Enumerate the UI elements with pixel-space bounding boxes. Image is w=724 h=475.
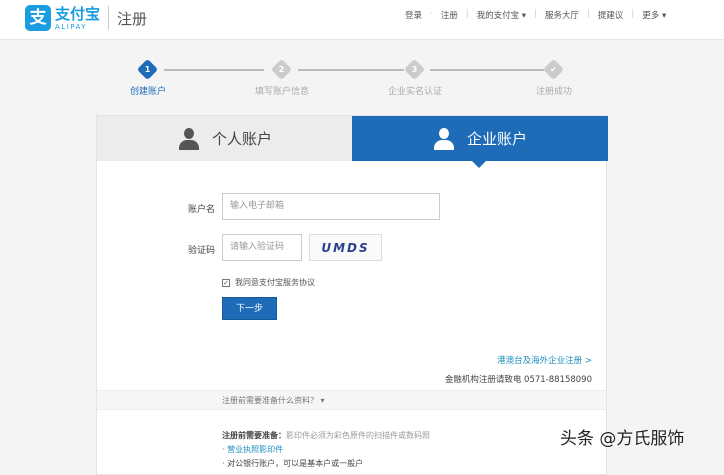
captcha-image[interactable]: UMDS (309, 234, 382, 261)
tab-personal[interactable]: 个人账户 (97, 116, 353, 161)
prep-title: 注册前需要准备： (222, 431, 286, 440)
top-nav: 登录 · 注册 | 我的支付宝 ▾ | 服务大厅 | 提建议 | 更多 ▾ (405, 9, 667, 21)
watermark: 头条 @方氏服饰 (560, 429, 685, 449)
tab-enterprise[interactable]: 企业账户 (352, 116, 608, 168)
step-2-icon: 2 (270, 58, 293, 81)
finance-phone: 金融机构注册请致电 0571-88158090 (444, 375, 592, 385)
step-done-check-icon: ✔ (542, 58, 565, 81)
step-3-icon: 3 (403, 58, 426, 81)
prep-note: 影印件必须为彩色原件的扫描件或数码照 (286, 431, 430, 440)
step-line (430, 69, 544, 71)
header: 支 支付宝 ALIPAY 注册 登录 · 注册 | 我的支付宝 ▾ | 服务大厅 | 提建… (0, 0, 724, 40)
person-icon (178, 127, 200, 150)
prep-info: 注册前需要准备：影印件必须为彩色原件的扫描件或数码照 · 营业执照影印件 · 对… (222, 429, 430, 471)
step-label: 创建账户 (129, 87, 166, 97)
nav-service-hall[interactable]: 服务大厅 (545, 9, 579, 21)
nav-feedback[interactable]: 提建议 (598, 9, 624, 21)
account-label: 账户名 (187, 205, 215, 215)
captcha-input[interactable]: 请输入验证码 (222, 234, 302, 261)
prep-item: · 对公银行账户，可以是基本户或一般户 (222, 459, 364, 468)
step-label: 填写账户信息 (254, 87, 309, 97)
agree-label[interactable]: 我同意支付宝服务协议 (235, 277, 315, 288)
step-line (164, 69, 264, 71)
agree-checkbox[interactable]: ✓ 我同意支付宝服务协议 (222, 277, 315, 288)
nav-register[interactable]: 注册 (441, 9, 458, 21)
nav-login[interactable]: 登录 (405, 9, 422, 21)
step-1-icon: 1 (136, 58, 159, 81)
page-title: 注册 (117, 9, 148, 28)
business-person-icon (433, 127, 455, 150)
divider (108, 6, 110, 30)
tab-label: 企业账户 (466, 130, 527, 148)
alipay-logo-icon: 支 (25, 5, 51, 31)
checkbox-icon[interactable]: ✓ (222, 278, 230, 287)
account-input[interactable]: 输入电子邮箱 (222, 193, 440, 220)
prep-toggle[interactable]: 注册前需要准备什么资料？ ▾ (97, 390, 606, 410)
logo-subtext: ALIPAY (55, 22, 88, 31)
nav-my-alipay[interactable]: 我的支付宝 ▾ (477, 9, 526, 21)
step-line (298, 69, 404, 71)
nav-more[interactable]: 更多 ▾ (642, 9, 666, 21)
next-button[interactable]: 下一步 (222, 297, 277, 320)
captcha-label: 验证码 (187, 246, 215, 256)
step-label: 企业实名认证 (387, 87, 442, 97)
register-card: 个人账户 企业账户 账户名 输入电子邮箱 验证码 请输入验证码 UMDS ✓ 我同… (96, 115, 608, 475)
tab-label: 个人账户 (211, 130, 272, 148)
progress-steps: 1 2 3 ✔ 创建账户 填写账户信息 企业实名认证 注册成功 (120, 58, 600, 100)
alipay-logo[interactable]: 支 支付宝 ALIPAY 注册 (25, 5, 147, 31)
overseas-register-link[interactable]: 港澳台及海外企业注册 > (497, 354, 592, 366)
license-link[interactable]: · 营业执照影印件 (222, 445, 283, 454)
step-label: 注册成功 (535, 87, 572, 97)
logo-text: 支付宝 (55, 4, 101, 23)
